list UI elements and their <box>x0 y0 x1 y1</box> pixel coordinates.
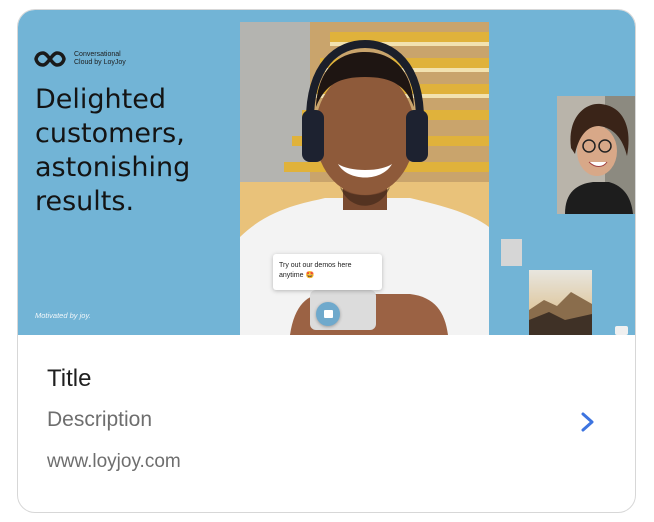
card-url[interactable]: www.loyjoy.com <box>47 451 181 473</box>
chat-message: Try out our demos here anytime 🤩 <box>273 254 382 290</box>
tagline: Motivated by joy. <box>35 311 91 320</box>
chat-bubble-icon <box>316 302 340 326</box>
headline-line-4: results. <box>35 186 135 217</box>
card-description: Description <box>47 408 153 431</box>
headline-line-3: astonishing <box>35 152 191 183</box>
brand-logo: Conversational Cloud by LoyJoy <box>34 50 126 68</box>
card-title: Title <box>47 365 92 392</box>
link-preview-card[interactable]: Conversational Cloud by LoyJoy Delighted… <box>17 9 636 513</box>
mountain-landscape-photo <box>529 270 592 335</box>
brand-line-1: Conversational <box>74 51 121 58</box>
headline: Delighted customers, astonishing results… <box>35 83 235 219</box>
headline-line-1: Delighted <box>35 84 166 115</box>
smiling-woman-photo <box>557 96 635 214</box>
brand-line-2: Cloud by LoyJoy <box>74 59 126 66</box>
headline-line-2: customers, <box>35 118 185 149</box>
placeholder-square <box>501 239 522 266</box>
scroll-top-button <box>615 326 628 335</box>
chevron-right-icon[interactable] <box>577 411 597 433</box>
card-body: Title Description www.loyjoy.com <box>18 335 635 512</box>
hero-image: Conversational Cloud by LoyJoy Delighted… <box>18 10 635 335</box>
infinity-logo-icon <box>34 51 66 67</box>
